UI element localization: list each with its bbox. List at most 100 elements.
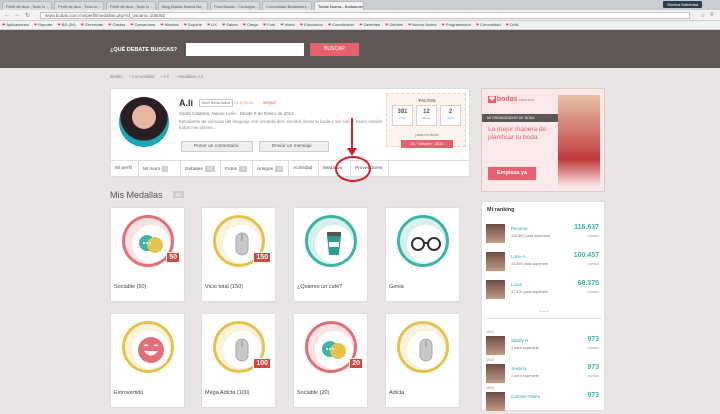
bookmark-item[interactable]: ❤Coordinador bbox=[328, 21, 354, 29]
browser-tab[interactable]: Blog Bodas Nueva Bo... bbox=[158, 1, 208, 10]
avatar[interactable] bbox=[486, 280, 505, 299]
avatar[interactable] bbox=[119, 97, 169, 147]
bookmark-item[interactable]: ❤DHA bbox=[506, 21, 519, 29]
ranking-name[interactable]: Jessica bbox=[511, 366, 526, 371]
medal-label: Mega Adicta (100) bbox=[205, 390, 250, 396]
tab-fotos[interactable]: Fotos 31 bbox=[221, 161, 253, 177]
bookmark-item[interactable]: ❤Camarones bbox=[130, 21, 155, 29]
browser-tab[interactable]: Perfil de Ana - Todo lo ... bbox=[2, 1, 52, 10]
bookmark-heart-icon: ❤ bbox=[206, 22, 211, 27]
tab-mi-muro[interactable]: Mi muro 0 bbox=[139, 161, 181, 177]
tab-amigos[interactable]: Amigos 10 bbox=[253, 161, 289, 177]
bookmark-label: Video bbox=[284, 22, 295, 27]
bookmark-item[interactable]: ❤Soporte bbox=[184, 21, 202, 29]
medal-card[interactable]: Adicta bbox=[385, 313, 460, 408]
bookmark-item[interactable]: ❤Sabes bbox=[222, 21, 238, 29]
ranking-points: 68.375 bbox=[577, 280, 599, 287]
bookmark-item[interactable]: ❤Aplicaciones bbox=[2, 21, 29, 29]
bodas-logo: ❤ bodas.com.mx bbox=[488, 96, 534, 103]
bookmark-item[interactable]: ❤Programacion bbox=[442, 21, 471, 29]
countdown-title: FALTAN bbox=[418, 98, 436, 103]
url-field[interactable]: www.bodas.com.mx/perfil/medallas.php?id_… bbox=[40, 12, 690, 19]
avatar[interactable] bbox=[486, 224, 505, 243]
medal-card[interactable]: 20 Sociable (20) bbox=[293, 313, 368, 408]
avatar[interactable] bbox=[486, 392, 505, 411]
tab-label: Debates bbox=[185, 167, 203, 172]
bookmark-item[interactable]: ❤Reporte bbox=[34, 21, 53, 29]
breadcrumb-item[interactable]: A.li bbox=[163, 74, 169, 79]
forward-icon[interactable]: → bbox=[14, 12, 20, 18]
chat-bubbles-icon bbox=[132, 225, 170, 263]
ranking-points-label: puntos bbox=[587, 234, 599, 238]
ranking-row[interactable]: Lorie A. 15.856 para superarte 100.457 punt… bbox=[486, 250, 602, 274]
breadcrumb-item[interactable]: Bodas bbox=[110, 74, 123, 79]
bookmark-heart-icon: ❤ bbox=[108, 22, 112, 27]
bookmark-item[interactable]: ❤Educacion bbox=[300, 21, 323, 29]
search-input[interactable] bbox=[186, 43, 304, 56]
avatar[interactable] bbox=[486, 336, 505, 355]
ranking-subtext: 1 para superarte bbox=[511, 374, 539, 378]
bookmark-item[interactable]: ❤Comunidad bbox=[476, 21, 501, 29]
medal-card[interactable]: 50 Sociable (50) bbox=[110, 207, 185, 302]
menu-icon[interactable]: ≡ bbox=[710, 12, 714, 18]
avatar[interactable] bbox=[486, 252, 505, 271]
medal-card[interactable]: 150 Vicio total (150) bbox=[201, 207, 276, 302]
ranking-name[interactable]: Pecoma bbox=[511, 226, 528, 231]
breadcrumb-item[interactable]: Comunidad bbox=[132, 74, 155, 79]
ranking-row[interactable]: Lucia 37.404 para superarte 68.375 puntos bbox=[486, 278, 602, 302]
ranking-name[interactable]: Sandy R. bbox=[511, 338, 530, 343]
medal-card[interactable]: 100 Mega Adicta (100) bbox=[201, 313, 276, 408]
wedding-countdown: FALTAN 381 Días 12 Meses 2 Años para mi bod… bbox=[386, 93, 466, 148]
medal-label: Genia bbox=[389, 284, 404, 290]
mouse-icon bbox=[407, 331, 445, 369]
tab-actividad[interactable]: Actividad bbox=[289, 161, 319, 177]
bookmark-item[interactable]: ❤Nueva Nodes bbox=[408, 21, 437, 29]
bookmark-item[interactable]: ❤Minutas bbox=[160, 21, 178, 29]
annotation-arrow bbox=[351, 118, 353, 150]
bookmark-item[interactable]: ❤Deloitte bbox=[385, 21, 403, 29]
start-button[interactable]: Empieza ya bbox=[488, 167, 536, 180]
planner-ad[interactable]: ❤ bodas.com.mx MI ORGANIZADOR DE BODA La … bbox=[481, 88, 605, 192]
search-button[interactable]: BUSCAR bbox=[310, 43, 359, 56]
bookmark-item[interactable]: ❤Gerencias bbox=[81, 21, 104, 29]
browser-tab-active[interactable]: Todas Nueva - Bodasmex... bbox=[314, 1, 364, 10]
browser-tab[interactable]: Comunidad Bodasmex... bbox=[262, 1, 312, 10]
ranking-name[interactable]: Lorie A. bbox=[511, 254, 526, 259]
bookmark-item[interactable]: ❤Gastos bbox=[108, 21, 125, 29]
ranking-row[interactable]: Pecoma 115.862 para superarte 116.637 punto… bbox=[486, 222, 602, 246]
star-icon[interactable]: ☆ bbox=[700, 12, 705, 19]
tab-mi-perfil[interactable]: Mi perfil bbox=[111, 161, 139, 177]
bookmark-item[interactable]: ❤Foto bbox=[263, 21, 275, 29]
medal-card[interactable]: Genia bbox=[385, 207, 460, 302]
bookmark-item[interactable]: ❤UX bbox=[207, 21, 217, 29]
bookmarks-bar: ❤Aplicaciones ❤Reporte ❤BD (34) ❤Gerencias ❤… bbox=[0, 21, 720, 30]
browser-tab[interactable]: Perfil de Ana - Todo lo ... bbox=[106, 1, 156, 10]
avatar[interactable] bbox=[486, 364, 505, 383]
bookmark-item[interactable]: ❤BD (34) bbox=[57, 21, 75, 29]
ad-title: La mejor manera de planificar tu boda bbox=[488, 126, 547, 141]
profile-location: Santa Catarina, Nuevo León · Desde 9 de … bbox=[179, 111, 294, 116]
reload-icon[interactable]: ↻ bbox=[25, 12, 30, 19]
follow-link[interactable]: Seguir bbox=[263, 100, 276, 105]
ranking-name[interactable]: Lucia bbox=[511, 282, 522, 287]
bookmark-item[interactable]: ❤Gerentes bbox=[359, 21, 380, 29]
browser-tab-strip: Perfil de Ana - Todo lo ... Perfil de An… bbox=[0, 0, 720, 10]
ranking-row[interactable]: Carmen Oviña 973 1924 bbox=[486, 386, 602, 414]
ranking-row[interactable]: Sandy R. 1 para superarte 973 puntos 1922 bbox=[486, 330, 602, 358]
post-comment-button[interactable]: Poner un comentario bbox=[181, 141, 253, 152]
browser-tab[interactable]: Perfil de Ana - Todo lo ... bbox=[54, 1, 104, 10]
countdown-months: 12 Meses bbox=[416, 105, 437, 126]
ranking-name[interactable]: Carmen Oviña bbox=[511, 394, 540, 399]
back-icon[interactable]: ← bbox=[4, 12, 10, 18]
bookmark-item[interactable]: ❤Carga bbox=[243, 21, 258, 29]
bookmark-item[interactable]: ❤Video bbox=[280, 21, 295, 29]
bookmark-label: Comunidad bbox=[480, 22, 501, 27]
medal-card[interactable]: Extrovertido bbox=[110, 313, 185, 408]
browser-tab[interactable]: Foro Bodas - Consejos ... bbox=[210, 1, 260, 10]
medal-badge bbox=[397, 215, 449, 267]
ranking-row[interactable]: Jessica 1 para superarte 973 puntos 1923 bbox=[486, 358, 602, 386]
send-message-button[interactable]: Enviar un mensaje bbox=[259, 141, 329, 152]
address-bar: ← → ↻ www.bodas.com.mx/perfil/medallas.p… bbox=[0, 10, 720, 21]
tab-debates[interactable]: Debates 283 bbox=[181, 161, 221, 177]
medal-card[interactable]: ¿Quieres un café? bbox=[293, 207, 368, 302]
